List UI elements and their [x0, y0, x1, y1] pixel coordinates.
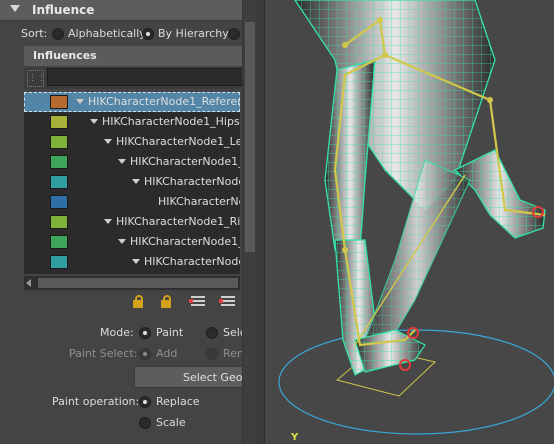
sort-row: Sort: Alphabetically By Hierarchy — [0, 24, 256, 42]
operation-replace-label[interactable]: Replace — [156, 395, 200, 408]
influence-section-title: Influence — [32, 3, 95, 17]
list-remove-icon — [219, 296, 235, 308]
color-swatch[interactable] — [50, 135, 68, 149]
scroll-left-icon[interactable] — [26, 279, 31, 287]
color-swatch[interactable] — [50, 95, 68, 109]
axis-y-label: Y — [291, 432, 299, 443]
influence-name: HIKCharacterNod — [158, 195, 240, 208]
paint-select-remove-label[interactable]: Ren — [223, 347, 244, 360]
influence-row-right-foot[interactable]: HIKCharacterNode1 — [24, 252, 240, 272]
influence-row-left-foot[interactable]: HIKCharacterNode1 — [24, 172, 240, 192]
lock-icon — [133, 295, 143, 308]
influence-panel: Influence Sort: Alphabetically By Hierar… — [0, 0, 256, 444]
influence-row-right-leg[interactable]: HIKCharacterNode1_R — [24, 232, 240, 252]
paint-select-add-label[interactable]: Add — [156, 347, 177, 360]
red-marker — [189, 299, 193, 303]
sort-by-hierarchy-radio[interactable] — [142, 28, 154, 40]
paint-select-add-radio[interactable] — [139, 348, 151, 360]
operation-replace-radio[interactable] — [139, 396, 151, 408]
unlock-weights-button[interactable] — [158, 294, 176, 310]
sort-alphabetically-radio[interactable] — [52, 28, 64, 40]
color-swatch[interactable] — [50, 235, 68, 249]
select-geometry-button[interactable]: Select Geom — [134, 366, 256, 388]
influences-title: Influences — [33, 49, 97, 62]
paint-select-label: Paint Select: — [69, 347, 138, 360]
joint-marker — [382, 52, 388, 58]
sort-flat-radio[interactable] — [228, 28, 240, 40]
joint-marker — [342, 42, 348, 48]
skeleton-bones-cross — [354, 174, 466, 346]
mode-select-radio[interactable] — [206, 327, 218, 339]
3d-viewport[interactable]: Y — [264, 0, 554, 444]
joint-marker — [342, 247, 348, 253]
influence-name: HIKCharacterNode1_R — [130, 235, 240, 248]
viewport-scene — [278, 0, 554, 435]
mode-label: Mode: — [100, 326, 134, 339]
expand-arrow-icon[interactable] — [132, 179, 140, 184]
influence-name: HIKCharacterNode1_Hips — [102, 115, 240, 128]
color-swatch[interactable] — [50, 215, 68, 229]
expand-arrow-icon[interactable] — [76, 99, 84, 104]
expand-arrow-icon[interactable] — [90, 119, 98, 124]
operation-scale-radio[interactable] — [139, 417, 151, 429]
filter-icon[interactable]: ⋮⋮ — [27, 70, 46, 87]
influences-header[interactable]: Influences — [24, 46, 256, 66]
panel-divider[interactable] — [256, 0, 264, 444]
filter-row: ⋮⋮ — [24, 67, 256, 89]
color-swatch[interactable] — [50, 155, 68, 169]
expand-arrow-icon[interactable] — [104, 139, 112, 144]
color-swatch[interactable] — [50, 115, 68, 129]
sort-label: Sort: — [21, 27, 48, 40]
influence-list: HIKCharacterNode1_Reference HIKCharacter… — [24, 92, 240, 274]
influence-row-left-upleg[interactable]: HIKCharacterNode1_LeftU — [24, 132, 240, 152]
joint-marker — [377, 17, 383, 23]
red-marker — [219, 299, 223, 303]
lock-weights-button[interactable] — [130, 294, 148, 310]
paint-operation-label: Paint operation: — [52, 395, 140, 408]
influence-section-header[interactable]: Influence — [0, 0, 256, 21]
panel-vscrollbar[interactable] — [242, 0, 256, 444]
paint-select-remove-radio[interactable] — [206, 348, 218, 360]
expand-arrow-icon[interactable] — [104, 219, 112, 224]
sort-by-hierarchy-label[interactable]: By Hierarchy — [158, 27, 229, 40]
influence-row-hips[interactable]: HIKCharacterNode1_Hips — [24, 112, 240, 132]
operation-scale-label[interactable]: Scale — [156, 416, 186, 429]
influence-list-hscrollbar[interactable] — [24, 276, 240, 290]
influence-row-left-leg[interactable]: HIKCharacterNode1_Le — [24, 152, 240, 172]
mode-paint-radio[interactable] — [139, 327, 151, 339]
list-add-icon — [189, 296, 205, 308]
unlock-icon — [161, 295, 171, 308]
influence-name: HIKCharacterNode1_Reference — [88, 95, 240, 108]
influence-filter-input[interactable] — [47, 68, 256, 86]
influence-name: HIKCharacterNode1_Le — [130, 155, 240, 168]
scroll-thumb[interactable] — [38, 278, 238, 288]
influence-name: HIKCharacterNode1_LeftU — [116, 135, 240, 148]
expand-arrow-icon[interactable] — [118, 159, 126, 164]
expand-arrow-icon[interactable] — [118, 239, 126, 244]
influence-row-left-toe[interactable]: HIKCharacterNod — [24, 192, 240, 212]
calf-sweep-wireframe — [365, 160, 470, 350]
influence-row-reference[interactable]: HIKCharacterNode1_Reference — [24, 92, 240, 112]
influence-name: HIKCharacterNode1_Righ — [116, 215, 240, 228]
influence-name: HIKCharacterNode1 — [144, 175, 240, 188]
color-swatch[interactable] — [50, 255, 68, 269]
color-swatch[interactable] — [50, 175, 68, 189]
expand-arrow-icon[interactable] — [132, 259, 140, 264]
collapse-arrow-icon[interactable] — [10, 5, 20, 12]
color-swatch[interactable] — [50, 195, 68, 209]
mode-paint-label[interactable]: Paint — [156, 326, 183, 339]
influence-name: HIKCharacterNode1 — [144, 255, 240, 268]
sort-alphabetically-label[interactable]: Alphabetically — [68, 27, 146, 40]
scroll-thumb[interactable] — [245, 22, 255, 252]
add-influence-button[interactable] — [189, 294, 208, 310]
influence-row-right-upleg[interactable]: HIKCharacterNode1_Righ — [24, 212, 240, 232]
remove-influence-button[interactable] — [219, 294, 238, 310]
joint-marker — [487, 97, 493, 103]
